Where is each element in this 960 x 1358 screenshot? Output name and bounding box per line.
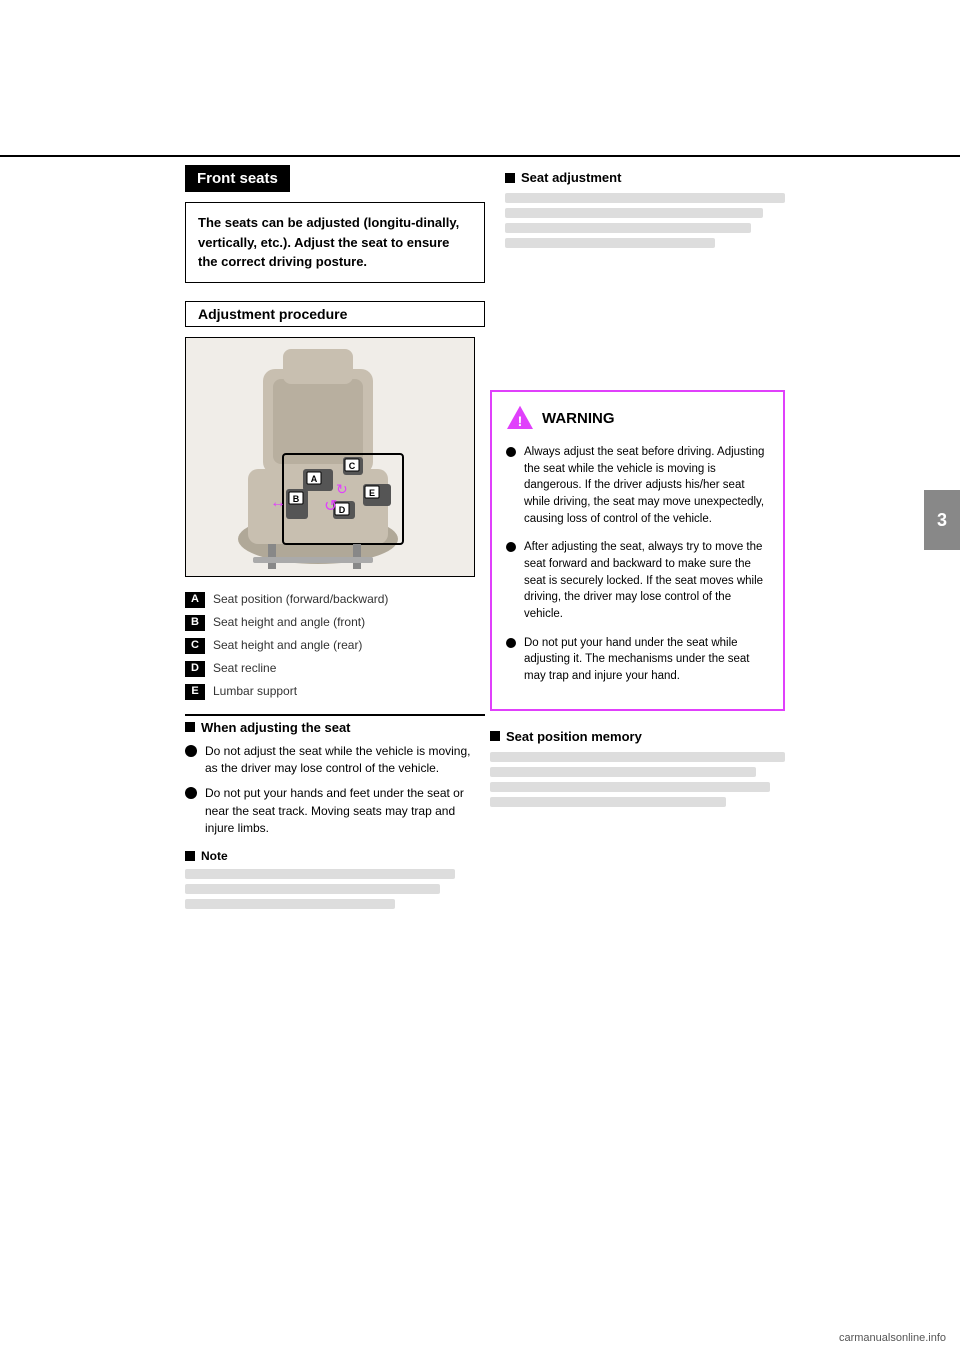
svg-text:A: A — [310, 474, 317, 484]
note-square-icon — [185, 851, 195, 861]
attention-bullet-1: Do not adjust the seat while the vehicle… — [185, 743, 485, 778]
chapter-tab: 3 — [924, 490, 960, 550]
intro-box: The seats can be adjusted (longitu-dinal… — [185, 202, 485, 283]
label-list: A Seat position (forward/backward) B Sea… — [185, 591, 485, 700]
label-item-b: B Seat height and angle (front) — [185, 614, 485, 631]
seat-image: A B C D E ↺ ↻ — [185, 337, 475, 577]
bullet-dot-1 — [185, 745, 197, 757]
svg-text:↻: ↻ — [336, 481, 348, 497]
attention-section: When adjusting the seat Do not adjust th… — [185, 714, 485, 910]
warning-header: ! WARNING — [506, 404, 769, 432]
warning-box: ! WARNING Always adjust the seat before … — [490, 390, 785, 711]
right-top-content — [505, 193, 785, 248]
bullet-dot-2 — [185, 787, 197, 799]
note-content — [185, 869, 485, 909]
warning-section: ! WARNING Always adjust the seat before … — [490, 390, 785, 807]
attention-bullet-2: Do not put your hands and feet under the… — [185, 785, 485, 837]
warning-bullet-1: Always adjust the seat before driving. A… — [506, 444, 769, 527]
svg-text:B: B — [292, 494, 299, 504]
post-warning-section: Seat position memory — [490, 729, 785, 807]
seat-diagram-svg: A B C D E ↺ ↻ — [188, 339, 473, 574]
svg-text:D: D — [338, 505, 345, 515]
post-warning-header: Seat position memory — [490, 729, 785, 744]
svg-text:↺: ↺ — [324, 498, 337, 515]
svg-text:E: E — [368, 488, 374, 498]
right-top-section: Seat adjustment — [505, 170, 785, 262]
attention-header: When adjusting the seat — [185, 720, 485, 735]
warning-dot-2 — [506, 542, 516, 552]
label-item-c: C Seat height and angle (rear) — [185, 637, 485, 654]
svg-text:!: ! — [518, 413, 523, 429]
note-header: Note — [185, 849, 485, 863]
label-item-a: A Seat position (forward/backward) — [185, 591, 485, 608]
adjustment-procedure-header: Adjustment procedure — [185, 301, 485, 327]
right-section-header: Seat adjustment — [505, 170, 785, 185]
post-warning-icon — [490, 731, 500, 741]
top-rule — [0, 155, 960, 157]
warning-dot-3 — [506, 638, 516, 648]
left-column: Front seats The seats can be adjusted (l… — [185, 165, 485, 913]
warning-triangle-icon: ! — [506, 404, 534, 432]
front-seats-title: Front seats — [185, 165, 290, 192]
warning-dot-1 — [506, 447, 516, 457]
right-section-icon — [505, 173, 515, 183]
label-item-d: D Seat recline — [185, 660, 485, 677]
warning-bullet-3: Do not put your hand under the seat whil… — [506, 635, 769, 685]
svg-text:↔: ↔ — [270, 494, 286, 511]
watermark: carmanualsonline.info — [839, 1332, 946, 1344]
label-item-e: E Lumbar support — [185, 683, 485, 700]
warning-bullet-2: After adjusting the seat, always try to … — [506, 539, 769, 622]
svg-text:C: C — [348, 461, 355, 471]
attention-square-icon — [185, 722, 195, 732]
